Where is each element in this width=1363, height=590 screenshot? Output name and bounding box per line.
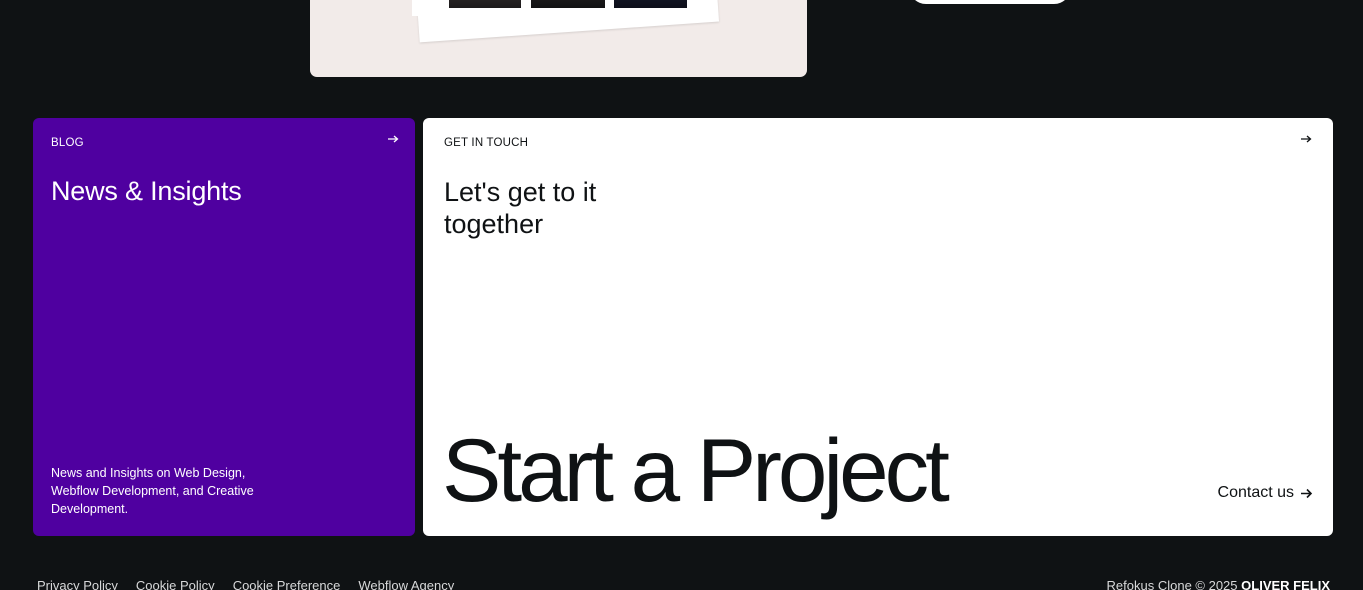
photo-strip xyxy=(412,0,717,16)
contact-card[interactable]: GET IN TOUCH Let's get to it together St… xyxy=(423,118,1333,536)
showcase-card[interactable] xyxy=(310,0,807,77)
footer-links: Privacy Policy Cookie Policy Cookie Pref… xyxy=(37,578,454,590)
team-photo xyxy=(614,0,687,8)
arrow-right-icon xyxy=(1301,135,1312,143)
team-photo xyxy=(449,0,521,8)
arrow-right-icon xyxy=(1301,488,1313,498)
footer-link-privacy-policy[interactable]: Privacy Policy xyxy=(37,578,118,590)
contact-title: Let's get to it together xyxy=(444,177,597,239)
blog-eyebrow: BLOG xyxy=(51,137,84,149)
start-project-headline: Start a Project xyxy=(442,420,950,520)
blog-card[interactable]: BLOG News & Insights News and Insights o… xyxy=(33,118,415,536)
footer-link-cookie-preference[interactable]: Cookie Preference xyxy=(233,578,341,590)
blog-title: News & Insights xyxy=(51,176,242,206)
footer-copyright: Refokus Clone © 2025 OLIVER FELIX xyxy=(1107,578,1330,590)
pill-button[interactable] xyxy=(909,0,1071,4)
team-photo xyxy=(531,0,605,8)
contact-eyebrow: GET IN TOUCH xyxy=(444,137,529,149)
contact-us-label: Contact us xyxy=(1217,484,1294,501)
contact-us-button[interactable]: Contact us xyxy=(1218,477,1313,509)
copyright-text: Refokus Clone © 2025 xyxy=(1106,578,1238,590)
blog-description: News and Insights on Web Design, Webflow… xyxy=(51,466,254,516)
footer-link-cookie-policy[interactable]: Cookie Policy xyxy=(136,578,215,590)
author-link[interactable]: OLIVER FELIX xyxy=(1241,578,1330,590)
arrow-right-icon xyxy=(388,135,399,143)
footer-link-webflow-agency[interactable]: Webflow Agency xyxy=(358,578,454,590)
